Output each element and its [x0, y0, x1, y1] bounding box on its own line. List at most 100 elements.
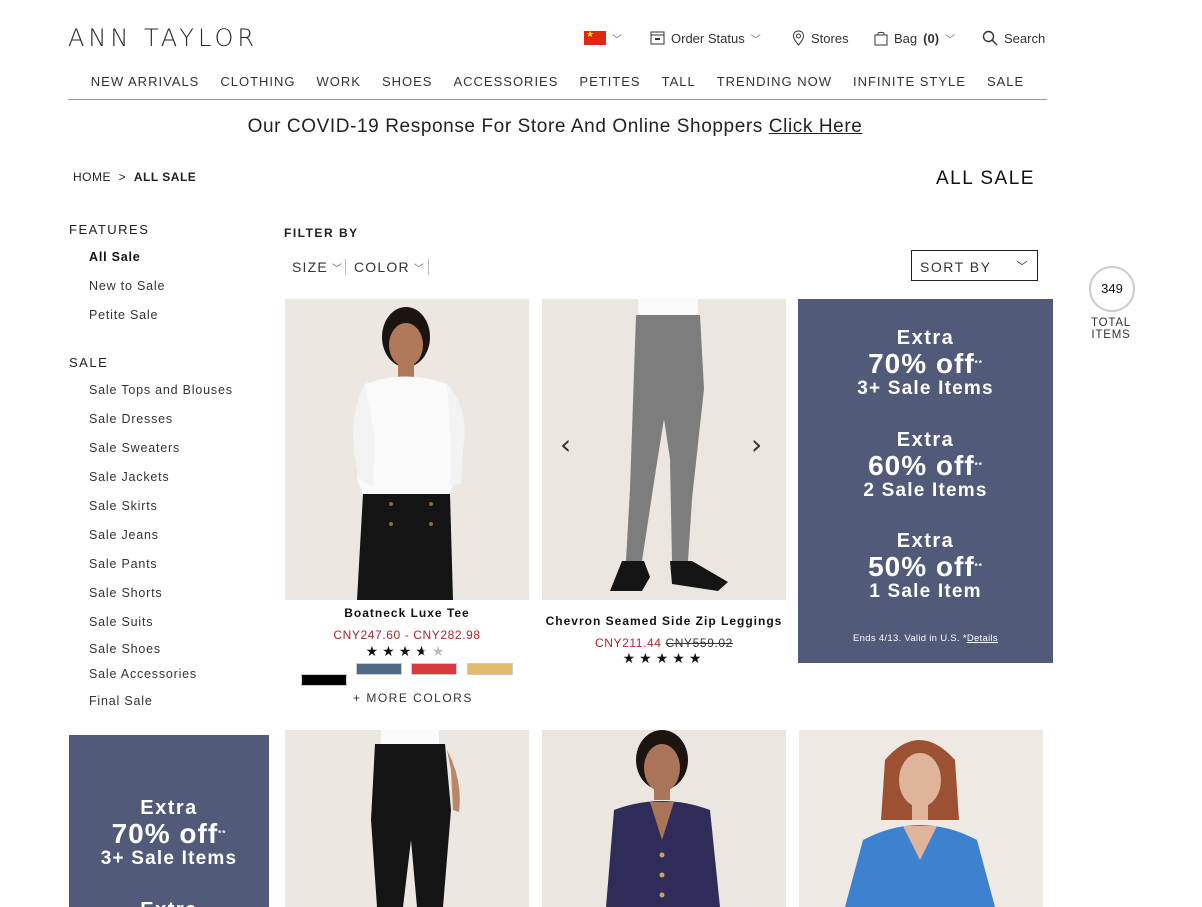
promo-percent: 70% off**	[868, 348, 983, 379]
sidebar-item-sale-suits[interactable]: Sale Suits	[89, 615, 153, 629]
covid-banner: Our COVID-19 Response For Store And Onli…	[0, 116, 1110, 138]
breadcrumb-separator: >	[118, 170, 127, 184]
brand-logo[interactable]: ANN TAYLOR	[68, 24, 258, 52]
covid-banner-link[interactable]: Click Here	[769, 116, 863, 137]
location-pin-icon	[792, 30, 805, 46]
model-photo	[542, 730, 786, 907]
order-status-link[interactable]: Order Status ﹀	[650, 28, 761, 48]
sort-by-label: SORT BY	[920, 259, 992, 275]
rating-stars: ★★★★★	[622, 650, 706, 666]
nav-shoes[interactable]: SHOES	[371, 74, 443, 99]
sidebar-item-petite-sale[interactable]: Petite Sale	[89, 308, 158, 322]
chevron-left-icon[interactable]: ‹	[560, 428, 571, 461]
nav-infinite-style[interactable]: INFINITE STYLE	[842, 74, 976, 99]
covid-banner-text: Our COVID-19 Response For Store And Onli…	[247, 116, 763, 137]
promo-offer-70: Extra 70% off** 3+ Sale Items	[69, 797, 269, 870]
promo-extra-label: Extra	[896, 327, 955, 349]
rating-stars: ★★★★★	[285, 643, 529, 660]
promo-extra-label: Extra	[69, 899, 269, 907]
sidebar-item-sale-accessories[interactable]: Sale Accessories	[89, 667, 197, 681]
promo-offer-70: Extra 70% off** 3+ Sale Items	[798, 327, 1053, 400]
sidebar-item-new-to-sale[interactable]: New to Sale	[89, 279, 165, 293]
rating-stars-filled: ★★★★★	[365, 643, 449, 659]
sidebar-item-sale-dresses[interactable]: Sale Dresses	[89, 412, 173, 426]
breadcrumb-current: ALL SALE	[133, 170, 197, 184]
product-image-boatneck-tee[interactable]	[285, 299, 529, 600]
sidebar-item-sale-pants[interactable]: Sale Pants	[89, 557, 157, 571]
nav-accessories[interactable]: ACCESSORIES	[443, 74, 569, 99]
product-name[interactable]: Boatneck Luxe Tee	[285, 606, 529, 620]
sidebar-item-sale-sweaters[interactable]: Sale Sweaters	[89, 441, 180, 455]
more-colors-link[interactable]: + MORE COLORS	[353, 691, 473, 705]
bag-count: (0)	[923, 30, 940, 46]
promo-offer-60: Extra 60% off** 2 Sale Items	[798, 429, 1053, 502]
chevron-down-icon: ﹀	[327, 264, 344, 275]
country-selector[interactable]: ﹀	[584, 28, 622, 48]
model-photo	[542, 299, 786, 600]
promo-percent: 70% off**	[111, 818, 227, 849]
nav-tall[interactable]: TALL	[651, 74, 706, 99]
promo-items: 1 Sale Item	[869, 581, 982, 602]
breadcrumb-home[interactable]: HOME	[73, 170, 111, 184]
color-swatch-black[interactable]	[301, 674, 347, 686]
promo-items: 3+ Sale Items	[100, 848, 238, 869]
sidebar-item-all-sale[interactable]: All Sale	[89, 250, 141, 264]
nav-trending-now[interactable]: TRENDING NOW	[706, 74, 842, 99]
china-flag-icon	[584, 29, 606, 45]
bag-link[interactable]: Bag (0) ﹀	[874, 28, 955, 48]
color-swatch-red[interactable]	[411, 663, 457, 675]
main-nav: NEW ARRIVALS CLOTHING WORK SHOES ACCESSO…	[68, 74, 1047, 100]
search-link[interactable]: Search	[982, 28, 1045, 48]
nav-clothing[interactable]: CLOTHING	[210, 74, 306, 99]
product-image-pants[interactable]	[285, 730, 529, 907]
size-filter[interactable]: SIZE ﹀	[292, 259, 343, 275]
sidebar-item-sale-skirts[interactable]: Sale Skirts	[89, 499, 158, 513]
order-status-label: Order Status	[671, 30, 745, 46]
nav-new-arrivals[interactable]: NEW ARRIVALS	[80, 74, 210, 99]
filter-divider	[345, 259, 346, 275]
stores-link[interactable]: Stores	[792, 28, 849, 48]
sidebar-features-heading: FEATURES	[69, 222, 150, 237]
color-swatch-blue[interactable]	[356, 663, 402, 675]
product-image-cardigan[interactable]	[542, 730, 786, 907]
total-items-count: 349	[1089, 266, 1135, 312]
nav-petites[interactable]: PETITES	[569, 74, 651, 99]
product-original-price: CNY559.02	[665, 636, 733, 650]
promo-percent: 50% off**	[868, 551, 983, 582]
sidebar-item-sale-tops[interactable]: Sale Tops and Blouses	[89, 383, 233, 397]
sidebar-item-sale-shorts[interactable]: Sale Shorts	[89, 586, 162, 600]
promo-details-link[interactable]: Details	[967, 633, 998, 644]
sidebar-item-sale-shoes[interactable]: Sale Shoes	[89, 642, 161, 656]
promo-fine-print: Ends 4/13. Valid in U.S. *Details	[853, 633, 998, 644]
color-swatch-gold[interactable]	[467, 663, 513, 675]
promo-tile[interactable]: Extra 70% off** 3+ Sale Items Extra	[69, 735, 269, 907]
color-filter[interactable]: COLOR ﹀	[354, 259, 425, 275]
nav-work[interactable]: WORK	[306, 74, 371, 99]
promo-tile[interactable]: Extra 70% off** 3+ Sale Items Extra 60% …	[798, 299, 1053, 663]
product-price: CNY247.60 - CNY282.98	[333, 628, 481, 642]
shopping-bag-icon	[874, 31, 888, 45]
promo-items: 3+ Sale Items	[857, 378, 994, 399]
total-items-label: TOTAL ITEMS	[1091, 317, 1131, 341]
product-image-leggings[interactable]	[542, 299, 786, 600]
filter-divider	[428, 259, 429, 275]
chevron-right-icon[interactable]: ›	[751, 428, 762, 461]
sidebar-item-sale-jackets[interactable]: Sale Jackets	[89, 470, 169, 484]
chevron-down-icon: ﹀	[1016, 261, 1029, 273]
color-filter-label: COLOR	[354, 259, 410, 275]
product-price: CNY211.44	[595, 636, 662, 650]
chevron-down-icon: ﹀	[409, 264, 425, 275]
promo-extra-label: Extra	[140, 797, 198, 819]
sort-by-dropdown[interactable]: SORT BY ﹀	[911, 250, 1038, 281]
nav-sale[interactable]: SALE	[976, 74, 1034, 99]
sidebar-item-sale-jeans[interactable]: Sale Jeans	[89, 528, 159, 542]
promo-extra-label: Extra	[896, 530, 955, 552]
promo-offer-50: Extra 50% off** 1 Sale Item	[798, 530, 1053, 603]
product-image-sweater[interactable]	[799, 730, 1043, 907]
product-name[interactable]: Chevron Seamed Side Zip Leggings	[542, 614, 786, 628]
promo-items: 2 Sale Items	[863, 480, 988, 501]
sidebar-item-final-sale[interactable]: Final Sale	[89, 694, 153, 708]
model-photo	[285, 730, 529, 907]
promo-percent: 60% off**	[868, 450, 983, 481]
stores-label: Stores	[811, 30, 849, 46]
